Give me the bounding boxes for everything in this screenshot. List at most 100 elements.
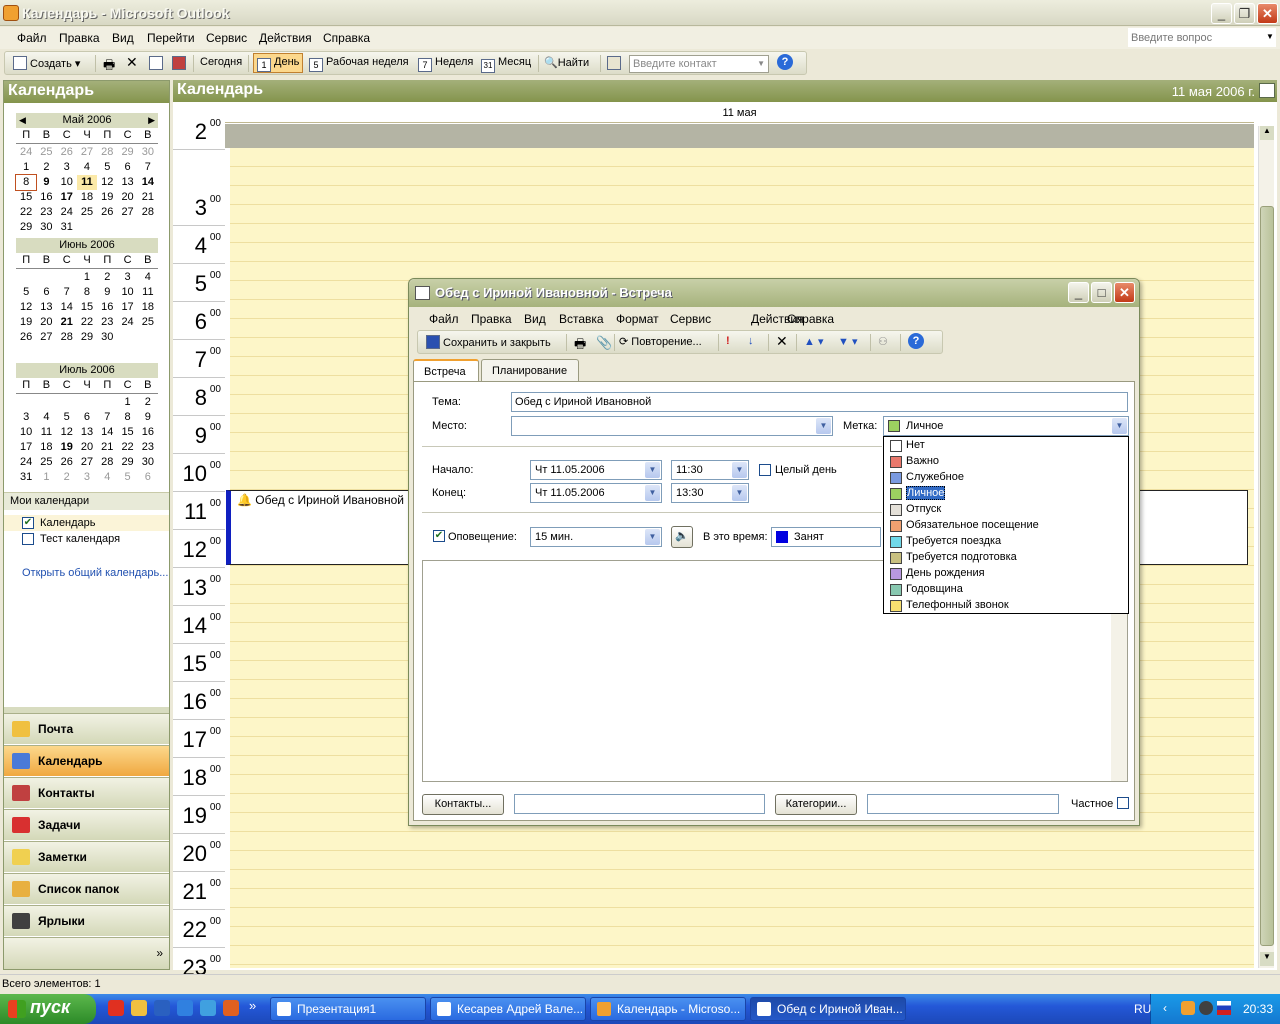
tab-appointment[interactable]: Встреча (413, 359, 479, 382)
quicklaunch-more-icon[interactable]: » (249, 998, 256, 1013)
grid-view-icon[interactable] (149, 56, 166, 70)
new-button[interactable]: Создать ▾ (13, 56, 80, 70)
dlg-menu-tools[interactable]: Сервис (670, 312, 711, 326)
task-calendar[interactable]: Календарь - Microso... (590, 997, 746, 1021)
day-cell[interactable]: 30 (36, 220, 56, 235)
nav-button-notes[interactable]: Заметки (4, 841, 169, 872)
day-cell[interactable]: 28 (57, 330, 77, 345)
day-cell[interactable]: 29 (117, 145, 137, 160)
day-cell[interactable]: 9 (97, 285, 117, 300)
menu-tools[interactable]: Сервис (206, 31, 247, 45)
print-icon[interactable]: 🖶 (574, 335, 586, 357)
label-option[interactable]: Отпуск (884, 502, 1128, 518)
label-option[interactable]: День рождения (884, 566, 1128, 582)
dialog-maximize-button[interactable]: □ (1091, 282, 1112, 303)
week-button[interactable]: 7 Неделя (418, 56, 473, 72)
day-cell[interactable]: 11 (36, 425, 56, 440)
day-cell[interactable]: 14 (97, 425, 117, 440)
calendar-item-test[interactable]: Тест календаря (4, 531, 169, 547)
day-cell[interactable]: 25 (77, 205, 97, 220)
day-cell[interactable]: 6 (117, 160, 137, 175)
day-cell[interactable]: 26 (16, 330, 36, 345)
day-cell[interactable]: 5 (97, 160, 117, 175)
day-cell[interactable]: 11 (138, 285, 158, 300)
day-cell[interactable]: 3 (57, 160, 77, 175)
invite-attendees-icon[interactable]: ⚇ (878, 335, 888, 348)
day-cell[interactable]: 13 (117, 175, 137, 190)
outlook-reminder-icon[interactable] (1181, 1001, 1195, 1015)
day-cell[interactable]: 4 (36, 410, 56, 425)
day-cell[interactable]: 22 (16, 205, 36, 220)
nav-button-shortcuts[interactable]: Ярлыки (4, 905, 169, 936)
day-cell[interactable]: 28 (97, 145, 117, 160)
opera-icon[interactable] (108, 1000, 124, 1016)
day-cell[interactable]: 4 (138, 270, 158, 285)
day-cell[interactable]: 8 (14, 174, 38, 191)
russian-flag-icon[interactable] (1217, 1001, 1231, 1015)
end-time-select[interactable]: 13:30 ▼ (671, 483, 749, 503)
save-close-button[interactable]: Сохранить и закрыть (426, 335, 551, 349)
day-cell[interactable]: 22 (77, 315, 97, 330)
day-cell[interactable] (57, 395, 77, 410)
day-cell[interactable]: 25 (138, 315, 158, 330)
open-shared-calendar-link[interactable]: Открыть общий календарь... (22, 567, 168, 579)
chevron-down-icon[interactable]: ▼ (1266, 32, 1274, 41)
day-cell[interactable]: 8 (117, 410, 137, 425)
menu-go[interactable]: Перейти (147, 31, 195, 45)
day-cell[interactable]: 4 (77, 160, 97, 175)
day-cell[interactable]: 29 (117, 455, 137, 470)
day-cell[interactable]: 28 (97, 455, 117, 470)
day-cell[interactable]: 9 (36, 175, 56, 190)
dlg-menu-insert[interactable]: Вставка (559, 312, 604, 326)
day-cell[interactable]: 10 (117, 285, 137, 300)
delete-icon[interactable]: ✕ (776, 333, 788, 350)
explorer-icon[interactable] (200, 1000, 216, 1016)
day-cell[interactable]: 21 (97, 440, 117, 455)
day-cell[interactable]: 7 (138, 160, 158, 175)
app-icon[interactable] (223, 1000, 239, 1016)
find-contact-input[interactable]: Введите контакт ▼ (629, 55, 769, 73)
day-cell[interactable]: 2 (57, 470, 77, 485)
day-cell[interactable]: 30 (97, 330, 117, 345)
day-cell[interactable]: 26 (57, 145, 77, 160)
day-cell[interactable]: 29 (16, 220, 36, 235)
day-cell[interactable] (16, 395, 36, 410)
day-cell[interactable]: 7 (97, 410, 117, 425)
clock[interactable]: 20:33 (1243, 1002, 1273, 1016)
subject-input[interactable]: Обед с Ириной Ивановной (511, 392, 1128, 412)
reminder-checkbox[interactable]: ✔ (433, 530, 445, 542)
close-button[interactable]: ✕ (1257, 3, 1278, 24)
day-cell[interactable] (138, 220, 158, 235)
quicklaunch-icon[interactable] (131, 1000, 147, 1016)
day-cell[interactable]: 15 (16, 190, 36, 205)
day-cell[interactable]: 11 (76, 175, 98, 190)
day-cell[interactable]: 3 (77, 470, 97, 485)
menu-file[interactable]: Файл (17, 31, 47, 45)
contacts-input[interactable] (514, 794, 765, 814)
day-cell[interactable]: 5 (16, 285, 36, 300)
day-cell[interactable]: 5 (117, 470, 137, 485)
tray-app-icon[interactable] (1199, 1001, 1213, 1015)
day-cell[interactable]: 24 (16, 455, 36, 470)
label-option[interactable]: Требуется поездка (884, 534, 1128, 550)
tray-expand-icon[interactable]: ‹ (1163, 1001, 1167, 1015)
all-day-area[interactable] (225, 124, 1254, 148)
private-checkbox[interactable] (1117, 797, 1129, 809)
day-cell[interactable]: 27 (36, 330, 56, 345)
day-cell[interactable]: 21 (57, 315, 77, 330)
nav-button-mail[interactable]: Почта (4, 713, 169, 744)
today-button[interactable]: Сегодня (200, 56, 242, 68)
day-cell[interactable]: 3 (117, 270, 137, 285)
day-cell[interactable]: 20 (36, 315, 56, 330)
day-cell[interactable]: 24 (117, 315, 137, 330)
delete-icon[interactable]: ✕ (126, 54, 138, 71)
day-cell[interactable] (16, 270, 36, 285)
dlg-menu-edit[interactable]: Правка (471, 312, 512, 326)
day-cell[interactable]: 15 (117, 425, 137, 440)
day-cell[interactable]: 16 (36, 190, 56, 205)
day-cell[interactable] (97, 220, 117, 235)
day-cell[interactable]: 6 (36, 285, 56, 300)
menu-view[interactable]: Вид (112, 31, 134, 45)
day-cell[interactable]: 9 (138, 410, 158, 425)
menu-actions[interactable]: Действия (259, 31, 312, 45)
